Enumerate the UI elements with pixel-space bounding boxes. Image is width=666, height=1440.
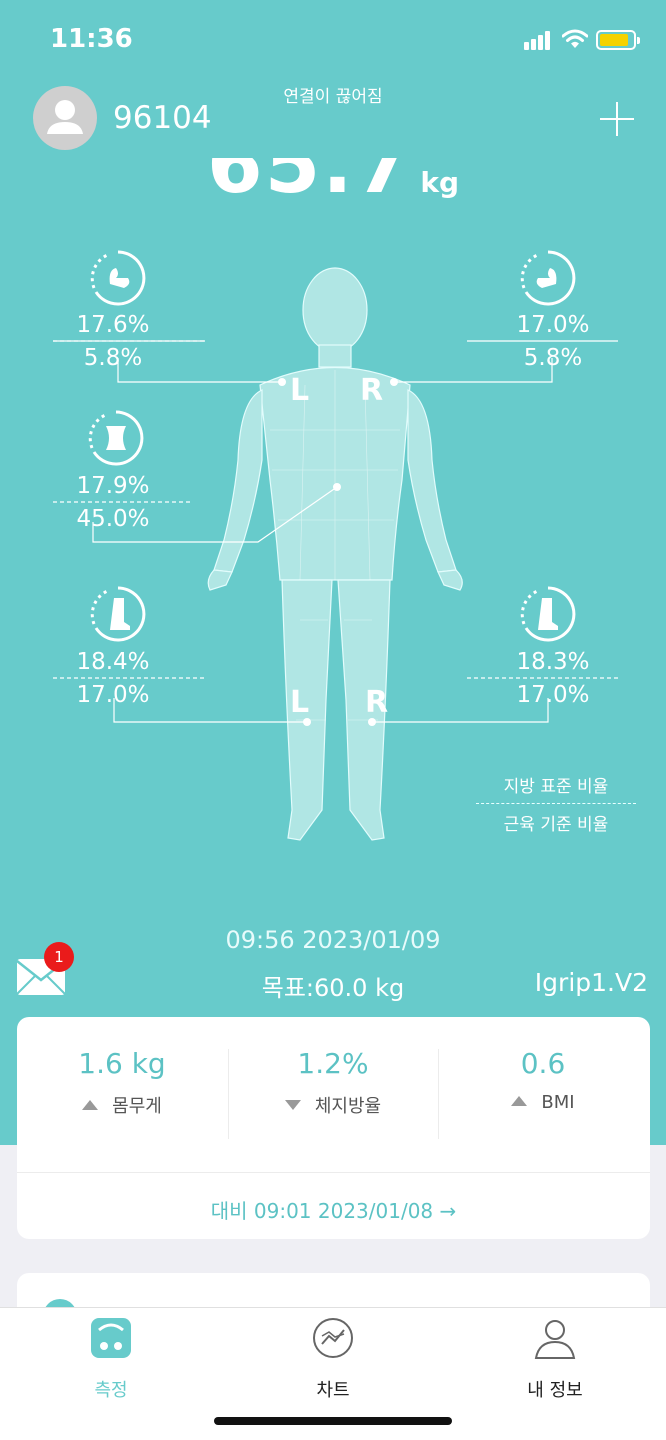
left-arm-fat-ratio: 17.6%	[76, 312, 150, 338]
bmi-change-label: BMI	[541, 1092, 575, 1113]
weight-change-label: 몸무게	[112, 1096, 162, 1117]
right-leg-fat-ratio: 18.3%	[516, 649, 590, 675]
device-name[interactable]: Igrip1.V2	[535, 968, 648, 997]
right-arm-icon[interactable]	[518, 248, 578, 308]
weight-unit: kg	[420, 166, 460, 199]
measurement-time: 09:56 2023/01/09	[225, 926, 441, 954]
trend-down-icon	[284, 1100, 301, 1110]
body-fat-change-label: 체지방율	[314, 1096, 382, 1117]
tab-measure-label: 측정	[94, 1380, 128, 1401]
summary-card: 1.6 kg 몸무게 1.2% 체지방율 0.6 BMI 대비 09:01 20…	[17, 1017, 650, 1239]
right-leg-marker: R	[365, 685, 388, 720]
wifi-icon	[562, 29, 588, 48]
trunk-muscle-ratio: 45.0%	[76, 506, 150, 532]
left-leg-icon[interactable]	[88, 584, 148, 644]
status-time: 11:36	[50, 24, 133, 54]
left-leg-fat-ratio: 18.4%	[76, 649, 150, 675]
muscle-ratio-legend: 근육 기준 비율	[503, 815, 609, 835]
hero-panel: 11:36 연결이 끊어짐 96104 65.7 kg L R L R 17.6…	[0, 0, 666, 1145]
home-indicator	[214, 1417, 452, 1425]
trunk-icon[interactable]	[86, 408, 146, 468]
left-leg-muscle-ratio: 17.0%	[76, 682, 150, 708]
bmi-change-stat: 0.6 BMI	[438, 1047, 648, 1113]
tab-profile[interactable]: 내 정보	[444, 1308, 666, 1418]
left-leg-marker: L	[290, 685, 309, 720]
connection-status: 연결이 끊어짐	[283, 87, 383, 107]
chart-icon	[313, 1318, 353, 1358]
trend-up-icon	[511, 1096, 528, 1106]
body-fat-change-stat: 1.2% 체지방율	[228, 1047, 438, 1118]
tab-chart[interactable]: 차트	[222, 1308, 444, 1418]
battery-icon	[596, 30, 640, 50]
status-bar: 11:36	[0, 0, 666, 80]
scale-icon	[91, 1318, 131, 1358]
avatar[interactable]	[33, 86, 97, 150]
ratio-legend: 지방 표준 비율 근육 기준 비율	[476, 772, 636, 835]
trunk-fat-ratio: 17.9%	[76, 473, 150, 499]
right-arm-muscle-ratio: 5.8%	[523, 345, 583, 371]
right-leg-icon[interactable]	[518, 584, 578, 644]
trend-up-icon	[82, 1100, 99, 1110]
tab-profile-label: 내 정보	[527, 1380, 583, 1401]
left-arm-marker: L	[290, 373, 309, 408]
right-leg-muscle-ratio: 17.0%	[516, 682, 590, 708]
left-arm-icon[interactable]	[88, 248, 148, 308]
username[interactable]: 96104	[113, 100, 212, 136]
user-icon	[534, 1320, 576, 1359]
bmi-change-value: 0.6	[520, 1047, 566, 1080]
add-icon[interactable]	[600, 102, 634, 136]
tab-measure[interactable]: 측정	[0, 1308, 222, 1418]
right-arm-fat-ratio: 17.0%	[516, 312, 590, 338]
user-silhouette-icon	[47, 100, 83, 134]
fat-ratio-legend: 지방 표준 비율	[503, 777, 609, 797]
tab-chart-label: 차트	[316, 1380, 350, 1401]
weight-change-value: 1.6 kg	[78, 1047, 166, 1080]
body-fat-change-value: 1.2%	[297, 1047, 369, 1080]
weight-change-stat: 1.6 kg 몸무게	[17, 1047, 227, 1118]
left-arm-muscle-ratio: 5.8%	[83, 345, 143, 371]
compare-link[interactable]: 대비 09:01 2023/01/08 →	[17, 1195, 650, 1224]
signal-icon	[524, 30, 556, 50]
right-arm-marker: R	[360, 373, 383, 408]
